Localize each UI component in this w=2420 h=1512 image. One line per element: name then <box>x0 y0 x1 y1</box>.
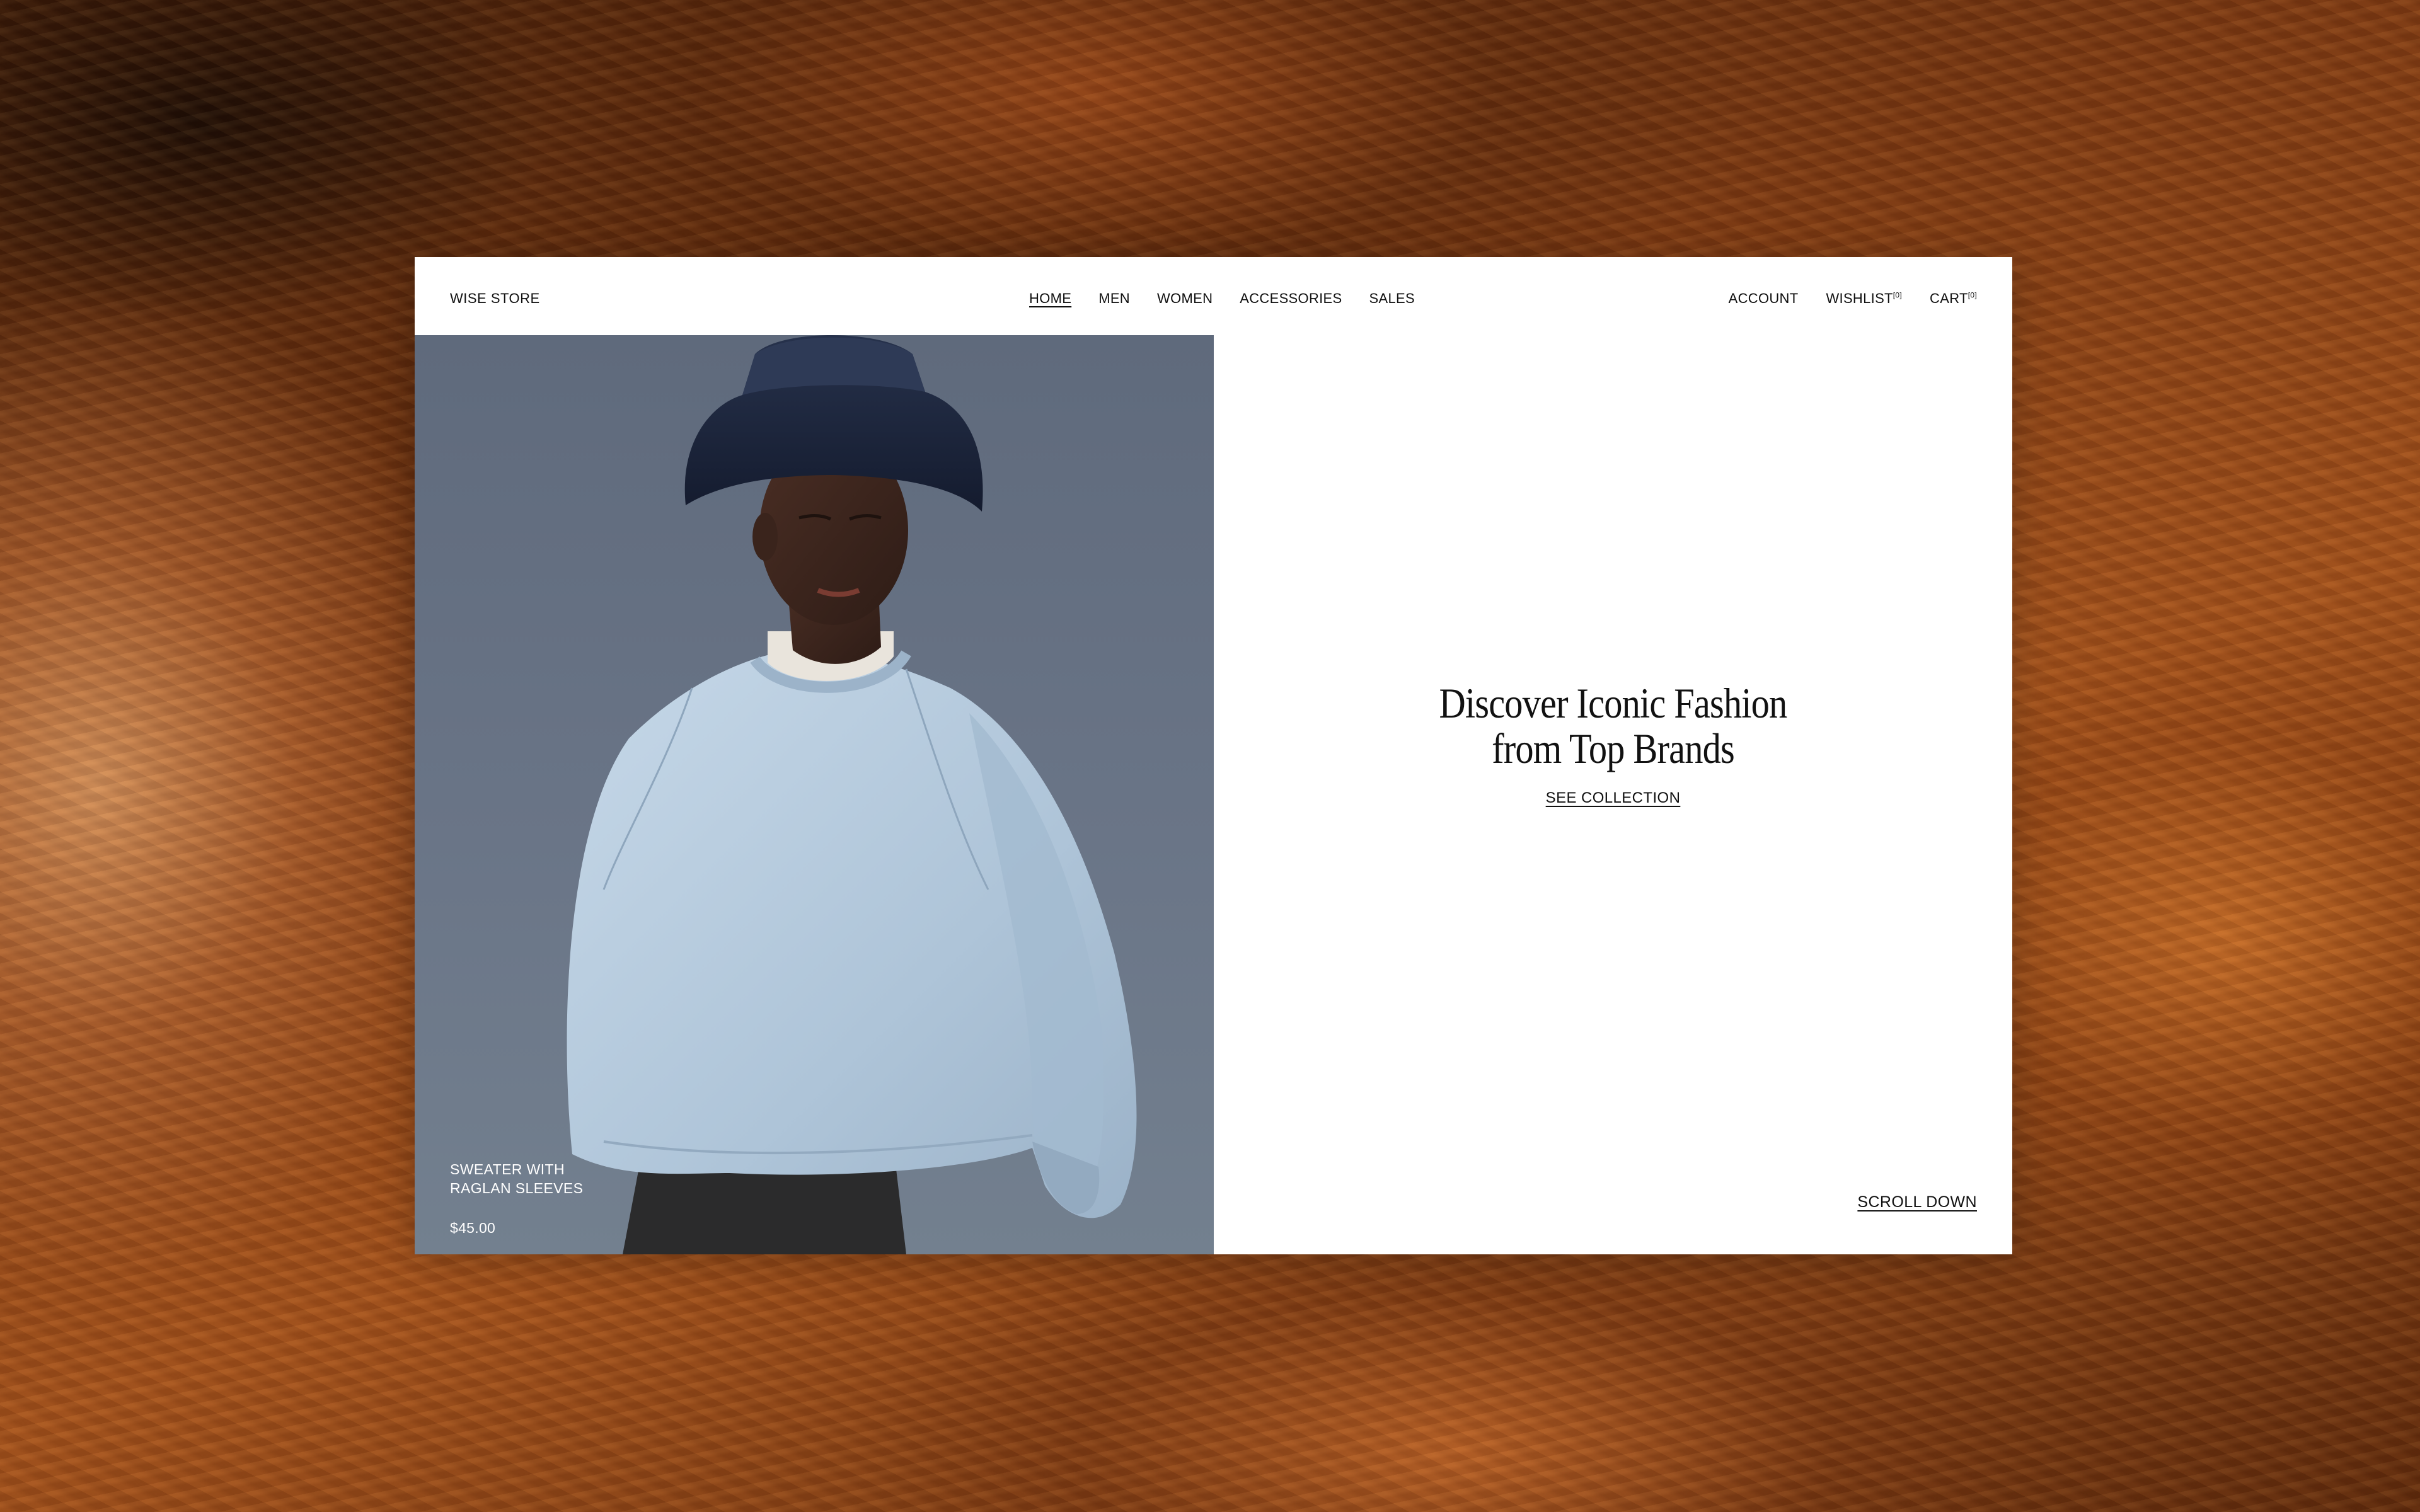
nav-men[interactable]: MEN <box>1098 290 1130 307</box>
user-nav: ACCOUNT WISHLIST[0] CART[0] <box>1729 290 1977 307</box>
hero-title-line-1: Discover Iconic Fashion <box>1439 679 1788 727</box>
cart-link[interactable]: CART[0] <box>1930 290 1977 307</box>
product-name-line-2: RAGLAN SLEEVES <box>450 1180 584 1196</box>
product-name[interactable]: SWEATER WITH RAGLAN SLEEVES <box>450 1160 583 1198</box>
model-illustration <box>567 335 1137 1254</box>
nav-sales[interactable]: SALES <box>1369 290 1415 307</box>
account-link[interactable]: ACCOUNT <box>1729 290 1799 307</box>
product-price: $45.00 <box>450 1220 496 1236</box>
nav-home[interactable]: HOME <box>1029 290 1071 307</box>
nav-accessories[interactable]: ACCESSORIES <box>1240 290 1342 307</box>
wishlist-count: [0] <box>1893 290 1903 300</box>
main-nav: HOME MEN WOMEN ACCESSORIES SALES <box>1029 290 1415 307</box>
nav-women[interactable]: WOMEN <box>1157 290 1213 307</box>
scroll-down-link[interactable]: SCROLL DOWN <box>1857 1193 1977 1211</box>
wishlist-label: WISHLIST <box>1826 290 1893 306</box>
website-window: WISE STORE HOME MEN WOMEN ACCESSORIES SA… <box>415 257 2012 1254</box>
see-collection-link[interactable]: SEE COLLECTION <box>1546 789 1681 806</box>
store-logo[interactable]: WISE STORE <box>450 290 540 307</box>
cart-count: [0] <box>1968 290 1977 300</box>
cart-label: CART <box>1930 290 1968 306</box>
product-photo[interactable]: SWEATER WITH RAGLAN SLEEVES $45.00 <box>415 335 1214 1254</box>
hero-title: Discover Iconic Fashion from Top Brands <box>1270 680 1957 771</box>
hero-title-line-2: from Top Brands <box>1492 724 1735 772</box>
site-header: WISE STORE HOME MEN WOMEN ACCESSORIES SA… <box>415 257 2012 335</box>
product-name-line-1: SWEATER WITH <box>450 1161 565 1177</box>
see-collection-wrapper: SEE COLLECTION <box>1214 789 2012 807</box>
wishlist-link[interactable]: WISHLIST[0] <box>1826 290 1902 307</box>
